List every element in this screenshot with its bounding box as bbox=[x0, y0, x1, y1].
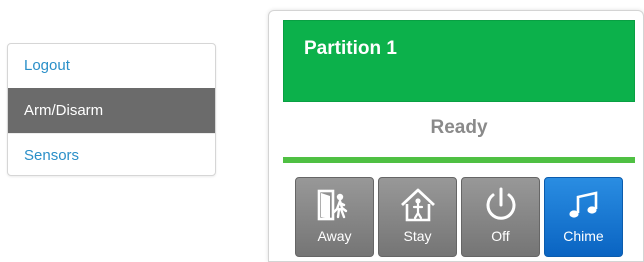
partition-panel: Partition 1 Ready Away Stay Off Chime bbox=[268, 10, 644, 262]
partition-status: Ready bbox=[430, 117, 488, 138]
house-person-icon bbox=[400, 188, 435, 222]
away-button[interactable]: Away bbox=[295, 177, 374, 257]
door-person-icon bbox=[317, 189, 347, 221]
chime-button[interactable]: Chime bbox=[544, 177, 623, 257]
app-stage: Logout Arm/Disarm Sensors Partition 1 Re… bbox=[0, 0, 644, 262]
status-indicator-bar bbox=[283, 157, 635, 163]
partition-title: Partition 1 bbox=[304, 38, 397, 59]
partition-header: Partition 1 bbox=[283, 20, 635, 102]
off-label: Off bbox=[491, 228, 510, 244]
away-label: Away bbox=[317, 228, 352, 244]
menu-item-sensors[interactable]: Sensors bbox=[8, 132, 215, 175]
off-button[interactable]: Off bbox=[461, 177, 540, 257]
menu-item-logout[interactable]: Logout bbox=[8, 44, 215, 88]
stay-label: Stay bbox=[403, 228, 432, 244]
arm-action-buttons: Away Stay Off Chime bbox=[295, 177, 623, 257]
side-menu: Logout Arm/Disarm Sensors bbox=[7, 43, 216, 176]
power-icon bbox=[486, 187, 515, 220]
music-note-icon bbox=[568, 191, 597, 218]
stay-button[interactable]: Stay bbox=[378, 177, 457, 257]
menu-item-arm-disarm[interactable]: Arm/Disarm bbox=[8, 88, 215, 133]
chime-label: Chime bbox=[563, 228, 604, 244]
